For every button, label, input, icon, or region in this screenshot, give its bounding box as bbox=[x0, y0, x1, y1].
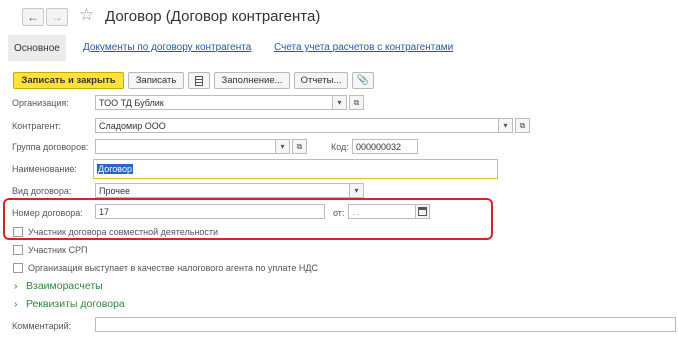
code-label: Код: bbox=[331, 142, 349, 152]
page-title: Договор (Договор контрагента) bbox=[105, 8, 321, 25]
group-open[interactable]: ⧉ bbox=[292, 139, 307, 154]
tax-agent-label: Организация выступает в качестве налогов… bbox=[28, 263, 318, 273]
group-field[interactable] bbox=[95, 139, 290, 154]
organization-field[interactable]: ТОО ТД Бублик bbox=[95, 95, 347, 110]
organization-label: Организация: bbox=[12, 98, 69, 108]
chevron-right-icon: › bbox=[14, 280, 18, 292]
joint-activity-label: Участник договора совместной деятельност… bbox=[28, 227, 219, 237]
name-field-value: Договор bbox=[97, 164, 133, 174]
calendar-button[interactable] bbox=[415, 204, 430, 219]
tab-documents[interactable]: Документы по договору контрагента bbox=[83, 42, 251, 53]
open-icon: ⧉ bbox=[296, 141, 303, 151]
chevron-down-icon: ▾ bbox=[354, 186, 359, 195]
counterparty-open[interactable]: ⧉ bbox=[515, 118, 530, 133]
kind-select[interactable]: Прочее bbox=[95, 183, 364, 198]
group-label: Группа договоров: bbox=[12, 142, 89, 152]
paperclip-icon: 📎 bbox=[356, 75, 370, 86]
list-icon bbox=[195, 75, 203, 86]
star-icon[interactable]: ☆ bbox=[79, 6, 94, 23]
forward-button[interactable]: → bbox=[46, 8, 68, 26]
arrow-left-icon: ← bbox=[27, 10, 39, 24]
settlements-label: Взаиморасчеты bbox=[26, 280, 103, 292]
filling-button[interactable]: Заполнение... bbox=[214, 72, 290, 89]
arrow-right-icon: → bbox=[51, 10, 63, 24]
list-button[interactable] bbox=[188, 72, 210, 89]
tab-bar: Основное Документы по договору контраген… bbox=[8, 35, 670, 61]
chevron-down-icon: ▾ bbox=[503, 121, 508, 130]
open-icon: ⧉ bbox=[519, 120, 526, 130]
requisites-expander[interactable]: › Реквизиты договора bbox=[14, 298, 125, 310]
tab-main[interactable]: Основное bbox=[8, 35, 66, 61]
organization-dropdown[interactable]: ▾ bbox=[332, 95, 347, 110]
number-field[interactable]: 17 bbox=[95, 204, 325, 219]
code-field[interactable]: 000000032 bbox=[352, 139, 418, 154]
settlements-expander[interactable]: › Взаиморасчеты bbox=[14, 280, 103, 292]
save-and-close-button[interactable]: Записать и закрыть bbox=[13, 72, 124, 89]
organization-open[interactable]: ⧉ bbox=[349, 95, 364, 110]
counterparty-label: Контрагент: bbox=[12, 121, 62, 131]
chevron-down-icon: ▾ bbox=[337, 98, 342, 107]
srp-label: Участник СРП bbox=[28, 245, 88, 255]
reports-button[interactable]: Отчеты... bbox=[294, 72, 348, 89]
joint-activity-checkbox[interactable] bbox=[13, 227, 23, 237]
comment-field[interactable] bbox=[95, 317, 676, 332]
counterparty-field[interactable]: Сладомир ООО bbox=[95, 118, 513, 133]
kind-label: Вид договора: bbox=[12, 186, 72, 196]
counterparty-dropdown[interactable]: ▾ bbox=[498, 118, 513, 133]
name-label: Наименование: bbox=[12, 164, 77, 174]
tax-agent-checkbox[interactable] bbox=[13, 263, 23, 273]
open-icon: ⧉ bbox=[353, 97, 360, 107]
tab-accounts[interactable]: Счета учета расчетов с контрагентами bbox=[274, 42, 453, 53]
comment-label: Комментарий: bbox=[12, 321, 72, 331]
back-button[interactable]: ← bbox=[22, 8, 44, 26]
chevron-right-icon: › bbox=[14, 298, 18, 310]
calendar-icon bbox=[418, 207, 427, 216]
save-button[interactable]: Записать bbox=[128, 72, 184, 89]
requisites-label: Реквизиты договора bbox=[26, 298, 125, 310]
kind-dropdown[interactable]: ▾ bbox=[349, 183, 364, 198]
number-label: Номер договора: bbox=[12, 208, 83, 218]
attach-button[interactable]: 📎 bbox=[352, 72, 374, 89]
date-label: от: bbox=[333, 208, 345, 218]
name-field[interactable]: Договор bbox=[93, 159, 498, 179]
group-dropdown[interactable]: ▾ bbox=[275, 139, 290, 154]
chevron-down-icon: ▾ bbox=[280, 142, 285, 151]
srp-checkbox[interactable] bbox=[13, 245, 23, 255]
